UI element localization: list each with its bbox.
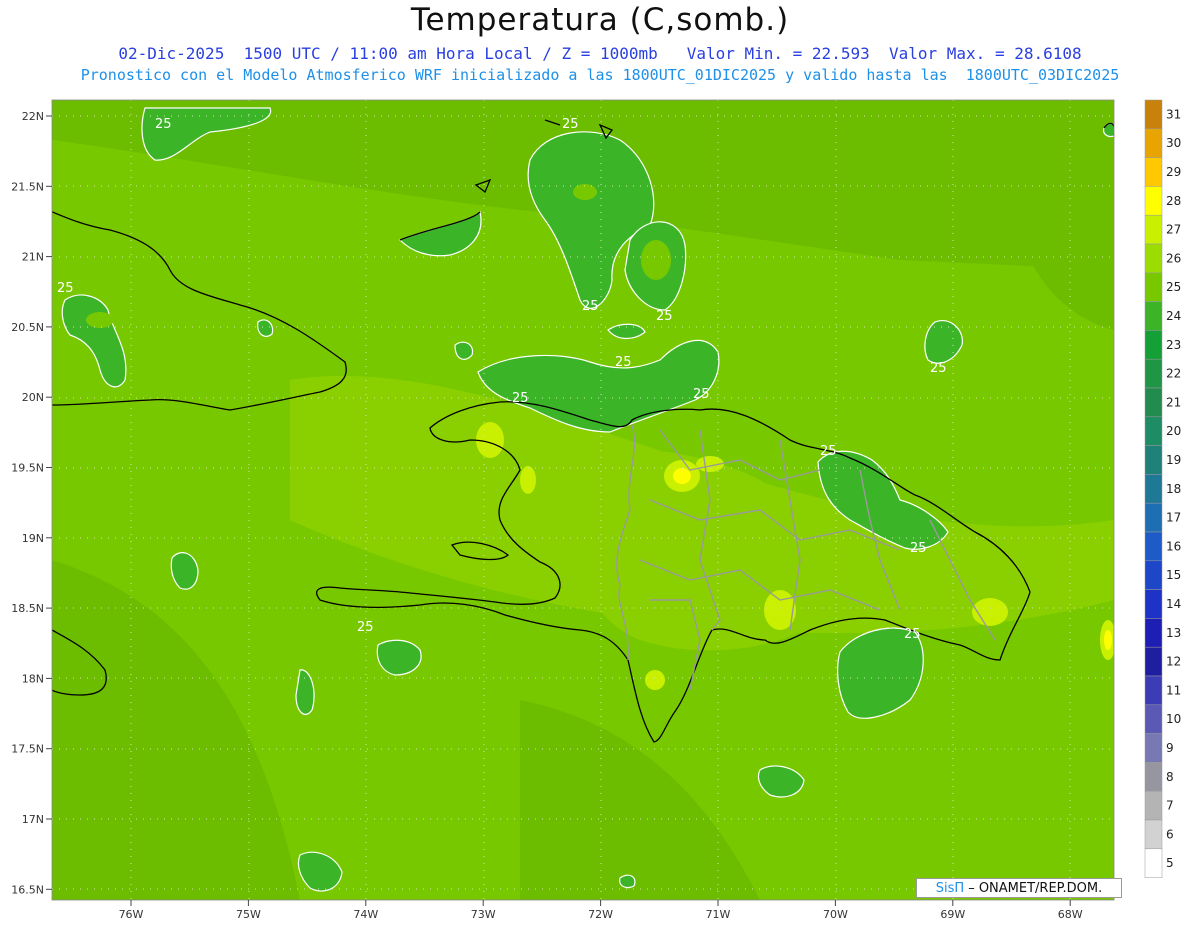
colorbar-label: 29 [1166, 165, 1181, 179]
colorbar-swatch [1144, 675, 1163, 706]
colorbar-label: 25 [1166, 280, 1181, 294]
lon-tick-label: 69W [940, 908, 965, 921]
colorbar-swatch [1144, 186, 1163, 216]
colorbar-swatch [1144, 330, 1163, 360]
lat-tick-label: 18N [22, 672, 44, 685]
colorbar-swatch [1144, 301, 1163, 331]
colorbar-swatch [1144, 157, 1163, 187]
colorbar-label: 8 [1166, 770, 1174, 784]
lat-tick-label: 16.5N [11, 883, 44, 896]
lon-tick-label: 74W [353, 908, 378, 921]
colorbar-label: 17 [1166, 511, 1181, 525]
lat-tick-label: 19N [22, 532, 44, 545]
colorbar-swatch [1144, 589, 1163, 619]
colorbar-label: 28 [1166, 194, 1181, 208]
contour-label: 25 [820, 444, 837, 459]
colorbar-label: 16 [1166, 539, 1181, 553]
colorbar-swatch [1144, 819, 1163, 850]
lat-tick-label: 21.5N [11, 180, 44, 193]
colorbar-swatch [1144, 445, 1163, 475]
colorbar-label: 5 [1166, 856, 1174, 870]
contour-label: 25 [615, 355, 632, 370]
lon-tick-label: 70W [823, 908, 848, 921]
colorbar-swatch [1144, 733, 1163, 763]
lat-tick-label: 17N [22, 813, 44, 826]
lon-tick-label: 73W [471, 908, 496, 921]
contour-label: 25 [904, 627, 921, 642]
colorbar-label: 27 [1166, 223, 1181, 237]
sispi-logo: SisΠ [935, 880, 965, 896]
contour-label: 25 [582, 299, 599, 314]
lat-tick-label: 17.5N [11, 743, 44, 756]
colorbar-label: 21 [1166, 395, 1181, 409]
contour-label: 25 [512, 391, 529, 406]
colorbar-label: 23 [1166, 338, 1181, 352]
colorbar-swatch [1144, 618, 1163, 648]
colorbar-swatch [1144, 99, 1163, 130]
lat-tick-label: 19.5N [11, 462, 44, 475]
colorbar-label: 11 [1166, 683, 1181, 697]
lat-tick-label: 20N [22, 391, 44, 404]
lat-tick-label: 20.5N [11, 321, 44, 334]
colorbar-label: 7 [1166, 799, 1174, 813]
colorbar-swatch [1144, 762, 1163, 792]
contour-label: 25 [910, 541, 927, 556]
colorbar-swatch [1144, 272, 1163, 302]
latitude-axis: 22N 21.5N 21N 20.5N 20N 19.5N 19N 18.5N 18N 17.5N… [11, 110, 52, 896]
lon-tick-label: 76W [119, 908, 144, 921]
colorbar-swatch [1144, 646, 1163, 677]
colorbar-swatch [1144, 387, 1163, 418]
colorbar-swatch [1144, 128, 1163, 158]
colorbar-label: 14 [1166, 597, 1181, 611]
colorbar-label: 30 [1166, 136, 1181, 150]
longitude-axis: 76W 75W 74W 73W 72W 71W 70W 69W 68W [119, 900, 1083, 921]
colorbar-swatch [1144, 531, 1163, 562]
colorbar-swatch [1144, 704, 1163, 734]
colorbar-swatch [1144, 243, 1163, 274]
lat-tick-label: 22N [22, 110, 44, 123]
colorbar-label: 9 [1166, 741, 1174, 755]
contour-label: 25 [57, 281, 74, 296]
colorbar-swatch [1144, 358, 1163, 389]
lat-tick-label: 18.5N [11, 602, 44, 615]
colorbar-label: 6 [1166, 827, 1174, 841]
colorbar-swatch [1144, 848, 1163, 878]
temperature-map: 25 25 25 25 25 25 25 25 25 25 25 25 25 2… [11, 99, 1181, 921]
colorbar-label: 20 [1166, 424, 1181, 438]
colorbar-swatch [1144, 416, 1163, 446]
lon-tick-label: 68W [1058, 908, 1083, 921]
lon-tick-label: 75W [236, 908, 261, 921]
contour-label: 25 [155, 117, 172, 132]
colorbar-label: 31 [1166, 107, 1181, 121]
colorbar-label: 22 [1166, 367, 1181, 381]
temperature-field [52, 100, 1114, 900]
colorbar-label: 10 [1166, 712, 1181, 726]
contour-label: 25 [562, 117, 579, 132]
colorbar-swatch [1144, 502, 1163, 533]
contour-label: 25 [930, 361, 947, 376]
colorbar-swatch [1144, 214, 1163, 245]
contour-label: 25 [357, 620, 374, 635]
colorbar-label: 26 [1166, 251, 1181, 265]
colorbar-swatch [1144, 474, 1163, 504]
credit-box: SisΠ – ONAMET/REP.DOM. [916, 878, 1122, 898]
colorbar-swatch [1144, 790, 1163, 821]
contour-label: 25 [693, 387, 710, 402]
colorbar-label: 24 [1166, 309, 1181, 323]
colorbar-label: 13 [1166, 626, 1181, 640]
colorbar: 31 30 29 28 27 26 25 24 23 22 21 20 19 18 17 16 15 14 13 12… [1144, 99, 1181, 878]
lon-tick-label: 71W [706, 908, 731, 921]
colorbar-label: 18 [1166, 482, 1181, 496]
colorbar-swatch [1144, 560, 1163, 590]
lat-tick-label: 21N [22, 251, 44, 264]
lon-tick-label: 72W [588, 908, 613, 921]
contour-label: 25 [656, 309, 673, 324]
credit-text: – ONAMET/REP.DOM. [968, 880, 1103, 896]
colorbar-label: 12 [1166, 655, 1181, 669]
colorbar-label: 15 [1166, 568, 1181, 582]
colorbar-label: 19 [1166, 453, 1181, 467]
